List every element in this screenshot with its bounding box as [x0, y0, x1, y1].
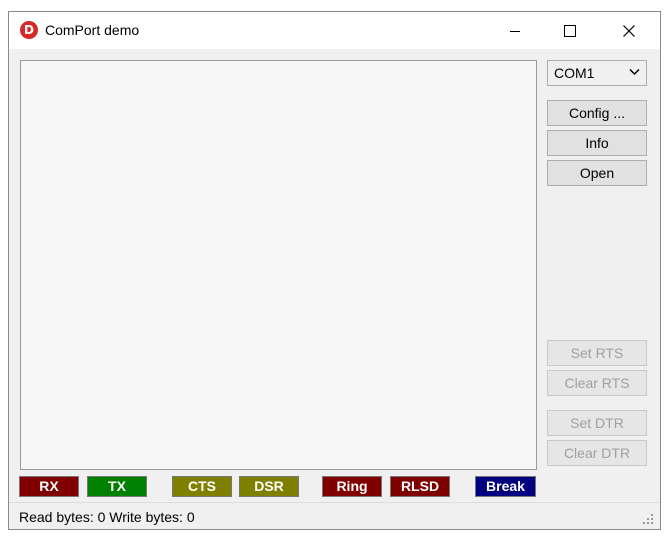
title-bar[interactable]: D ComPort demo [9, 12, 660, 49]
chevron-down-icon [629, 68, 640, 76]
cts-indicator: CTS [172, 476, 232, 497]
close-icon [623, 24, 635, 37]
close-button[interactable] [606, 12, 652, 49]
rlsd-indicator: RLSD [390, 476, 450, 497]
minimize-icon [510, 30, 520, 32]
tx-indicator: TX [87, 476, 147, 497]
clear-dtr-button[interactable]: Clear DTR [547, 440, 647, 466]
port-select-value: COM1 [554, 65, 595, 81]
info-button[interactable]: Info [547, 130, 647, 156]
status-bytes-text: Read bytes: 0 Write bytes: 0 [19, 509, 195, 525]
set-dtr-button[interactable]: Set DTR [547, 410, 647, 436]
minimize-button[interactable] [492, 12, 538, 49]
dsr-indicator: DSR [239, 476, 299, 497]
break-indicator: Break [475, 476, 536, 497]
app-window: D ComPort demo COM1 Config ... Info Open… [8, 11, 661, 530]
config-button[interactable]: Config ... [547, 100, 647, 126]
open-button[interactable]: Open [547, 160, 647, 186]
ring-indicator: Ring [322, 476, 382, 497]
maximize-button[interactable] [547, 12, 593, 49]
set-rts-button[interactable]: Set RTS [547, 340, 647, 366]
delphi-logo-icon: D [20, 21, 38, 39]
clear-rts-button[interactable]: Clear RTS [547, 370, 647, 396]
resize-grip-icon[interactable] [642, 513, 654, 525]
rx-indicator: RX [19, 476, 79, 497]
port-select[interactable]: COM1 [547, 60, 647, 86]
window-title: ComPort demo [45, 22, 140, 38]
terminal-output-memo[interactable] [20, 60, 537, 470]
maximize-icon [564, 24, 576, 37]
status-bar: Read bytes: 0 Write bytes: 0 [9, 502, 660, 529]
